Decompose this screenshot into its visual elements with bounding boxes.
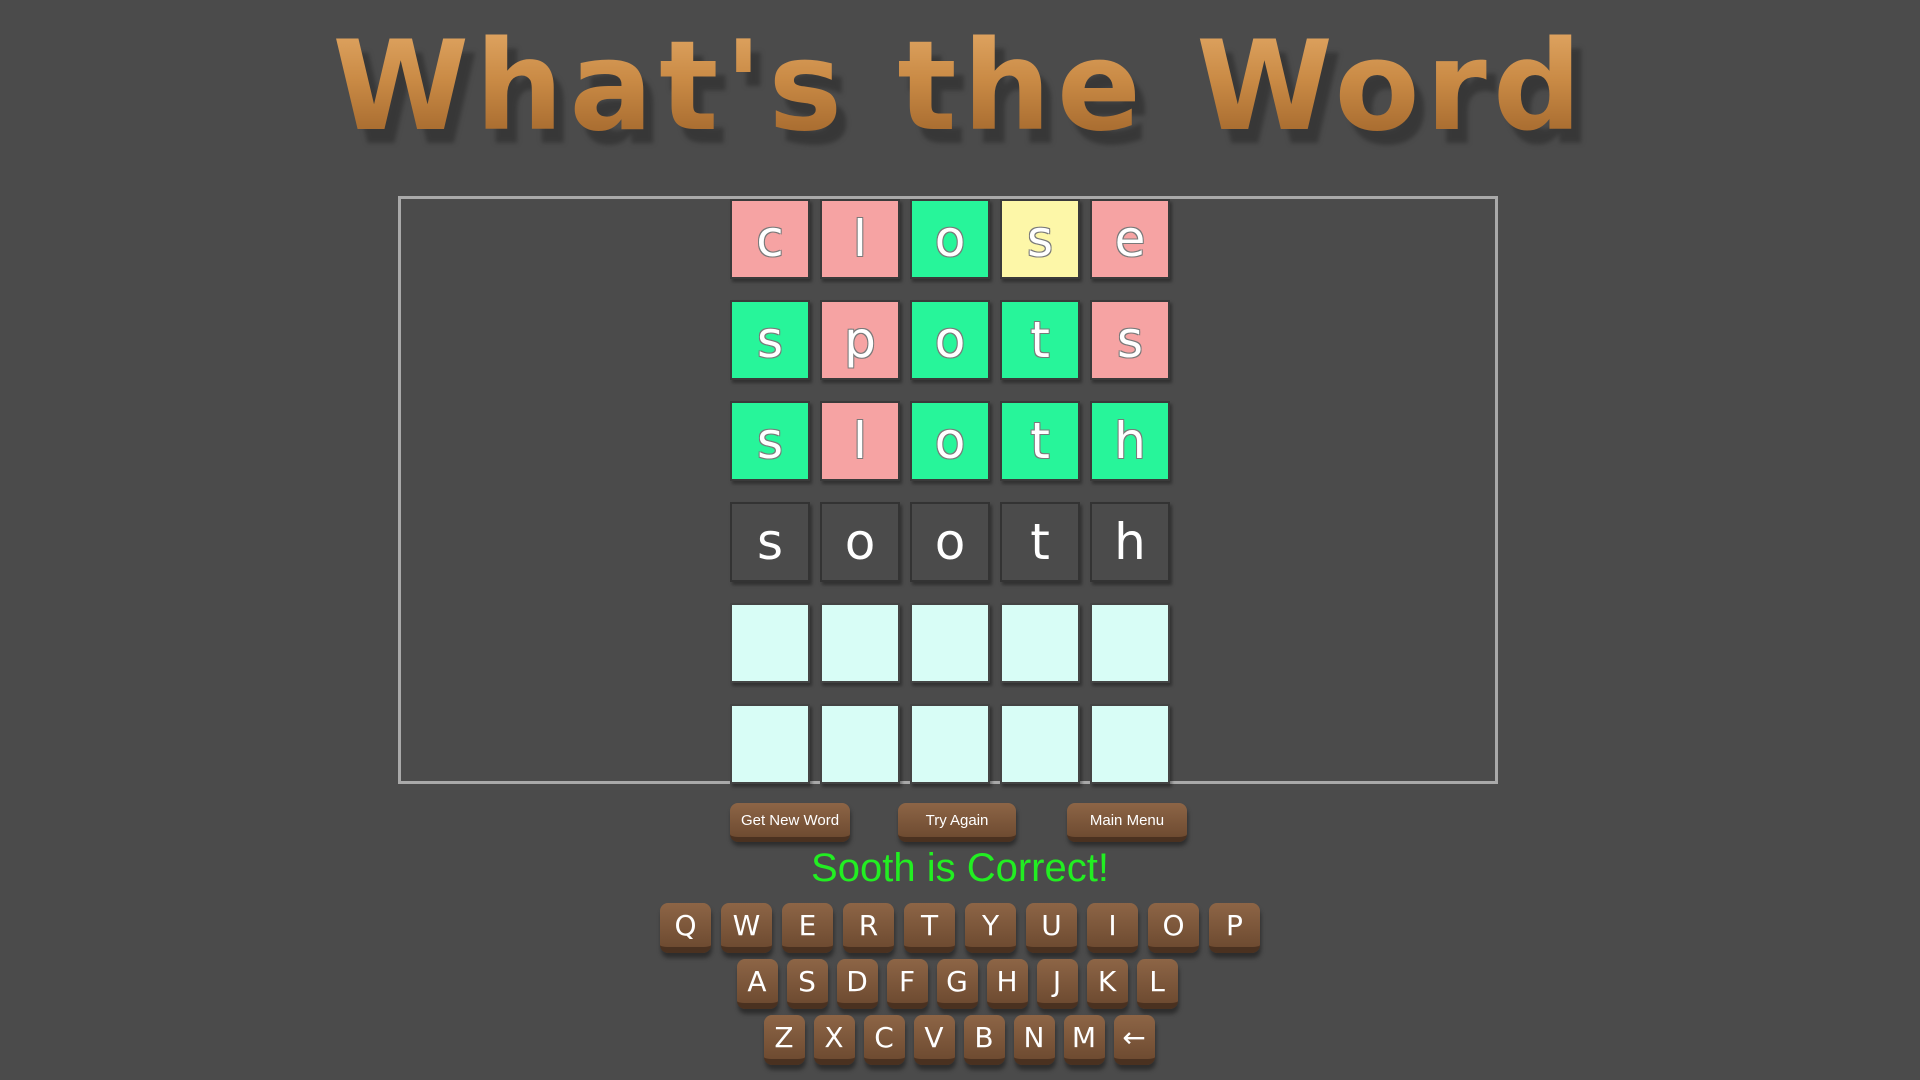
letter-tile: t xyxy=(1000,502,1080,582)
letter-tile: s xyxy=(730,300,810,380)
letter-tile xyxy=(1090,704,1170,784)
letter-tile: o xyxy=(910,300,990,380)
key-d[interactable]: D xyxy=(836,959,878,1009)
letter-tile: l xyxy=(820,199,900,279)
result-message: Sooth is Correct! xyxy=(811,846,1109,890)
letter-tile xyxy=(910,603,990,683)
letter-tile: o xyxy=(910,502,990,582)
letter-tile: o xyxy=(910,199,990,279)
letter-tile: o xyxy=(910,401,990,481)
letter-tile: o xyxy=(820,502,900,582)
game-screen: What's the Word closespotsslothsooth Get… xyxy=(0,0,1920,1080)
guess-row-1: close xyxy=(730,199,1170,279)
game-title: What's the Word xyxy=(0,22,1920,152)
letter-tile: e xyxy=(1090,199,1170,279)
letter-tile xyxy=(1000,603,1080,683)
guess-row-6 xyxy=(730,704,1170,784)
key-f[interactable]: F xyxy=(886,959,928,1009)
key-n[interactable]: N xyxy=(1013,1015,1055,1065)
key-s[interactable]: S xyxy=(786,959,828,1009)
letter-tile xyxy=(910,704,990,784)
letter-tile: s xyxy=(730,502,810,582)
keyboard-row-2: ASDFGHJKL xyxy=(0,959,1920,1009)
letter-grid: closespotsslothsooth xyxy=(730,199,1170,805)
key-b[interactable]: B xyxy=(963,1015,1005,1065)
key-o[interactable]: O xyxy=(1148,903,1199,953)
key-h[interactable]: H xyxy=(986,959,1028,1009)
main-menu-button[interactable]: Main Menu xyxy=(1067,803,1187,842)
key-r[interactable]: R xyxy=(843,903,894,953)
key-k[interactable]: K xyxy=(1086,959,1128,1009)
letter-tile: s xyxy=(1090,300,1170,380)
guess-row-2: spots xyxy=(730,300,1170,380)
key-q[interactable]: Q xyxy=(660,903,711,953)
guess-row-4: sooth xyxy=(730,502,1170,582)
key-m[interactable]: M xyxy=(1063,1015,1105,1065)
key-c[interactable]: C xyxy=(863,1015,905,1065)
letter-tile xyxy=(730,704,810,784)
key-a[interactable]: A xyxy=(736,959,778,1009)
letter-tile xyxy=(820,603,900,683)
on-screen-keyboard: QWERTYUIOP ASDFGHJKL Z X C V B N M ← xyxy=(0,903,1920,1071)
letter-tile: p xyxy=(820,300,900,380)
backspace-key[interactable]: ← xyxy=(1113,1015,1155,1065)
key-w[interactable]: W xyxy=(721,903,772,953)
letter-tile xyxy=(1090,603,1170,683)
key-g[interactable]: G xyxy=(936,959,978,1009)
key-p[interactable]: P xyxy=(1209,903,1260,953)
key-j[interactable]: J xyxy=(1036,959,1078,1009)
key-z[interactable]: Z xyxy=(763,1015,805,1065)
key-u[interactable]: U xyxy=(1026,903,1077,953)
key-t[interactable]: T xyxy=(904,903,955,953)
get-new-word-button[interactable]: Get New Word xyxy=(730,803,850,842)
letter-tile: s xyxy=(730,401,810,481)
key-x[interactable]: X xyxy=(813,1015,855,1065)
letter-tile xyxy=(1000,704,1080,784)
keyboard-row-1: QWERTYUIOP xyxy=(0,903,1920,953)
letter-tile: s xyxy=(1000,199,1080,279)
letter-tile xyxy=(820,704,900,784)
letter-tile: h xyxy=(1090,401,1170,481)
action-bar: Get New Word Try Again Main Menu xyxy=(0,803,1920,843)
key-y[interactable]: Y xyxy=(965,903,1016,953)
try-again-button[interactable]: Try Again xyxy=(898,803,1016,842)
key-e[interactable]: E xyxy=(782,903,833,953)
letter-tile: l xyxy=(820,401,900,481)
guess-row-5 xyxy=(730,603,1170,683)
letter-tile: c xyxy=(730,199,810,279)
letter-tile: t xyxy=(1000,300,1080,380)
letter-tile xyxy=(730,603,810,683)
letter-tile: h xyxy=(1090,502,1170,582)
guess-row-3: sloth xyxy=(730,401,1170,481)
key-i[interactable]: I xyxy=(1087,903,1138,953)
key-v[interactable]: V xyxy=(913,1015,955,1065)
key-l[interactable]: L xyxy=(1136,959,1178,1009)
keyboard-row-3: Z X C V B N M ← xyxy=(0,1015,1920,1065)
letter-tile: t xyxy=(1000,401,1080,481)
